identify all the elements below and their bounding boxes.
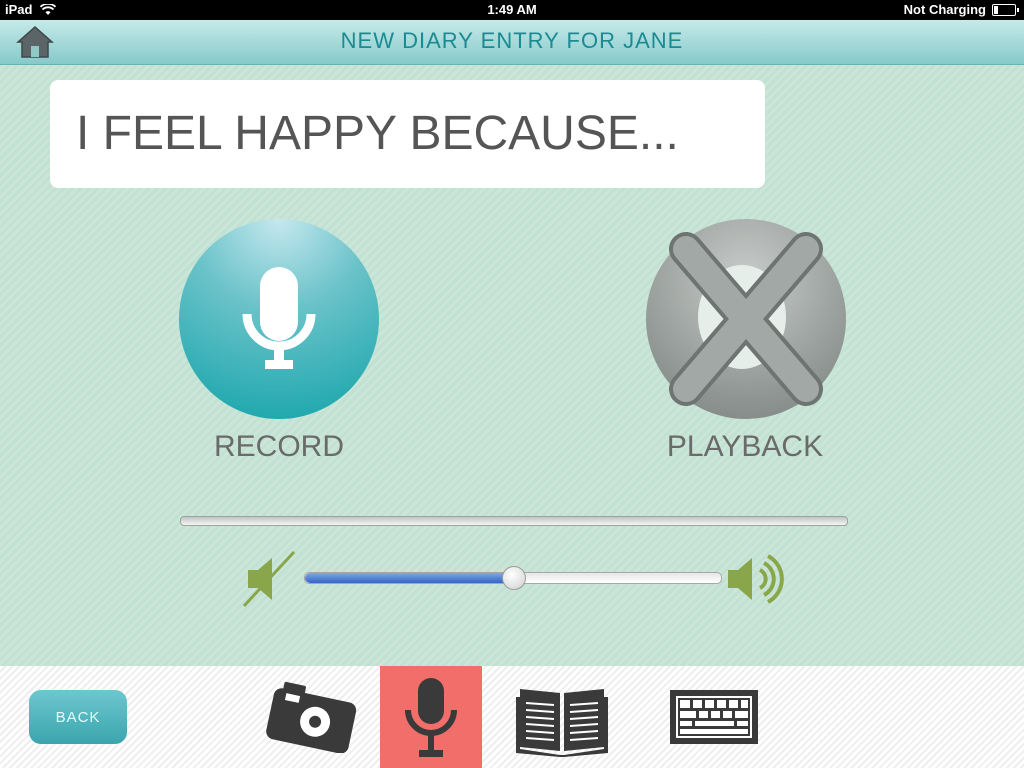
record-button[interactable]: [179, 219, 379, 419]
prompt-text: I FEEL HAPPY BECAUSE...: [76, 107, 679, 160]
keyboard-tool[interactable]: [664, 666, 764, 768]
volume-slider[interactable]: [304, 566, 722, 590]
microphone-icon: [405, 678, 457, 757]
microphone-tool[interactable]: [380, 666, 482, 768]
back-button[interactable]: BACK: [29, 690, 127, 744]
bottom-toolbar: BACK: [0, 666, 1024, 768]
status-time: 1:49 AM: [487, 2, 537, 17]
status-bar: iPad 1:49 AM Not Charging: [0, 0, 1024, 20]
progress-bar: [180, 516, 848, 526]
battery-icon: [992, 3, 1019, 16]
camera-tool[interactable]: [262, 666, 362, 768]
volume-knob[interactable]: [502, 566, 526, 590]
prompt-card: I FEEL HAPPY BECAUSE...: [50, 80, 765, 188]
microphone-icon: [242, 267, 316, 369]
status-right: Not Charging: [903, 2, 1019, 17]
volume-fill: [305, 573, 513, 583]
playback-label: PLAYBACK: [666, 430, 824, 463]
page-title: NEW DIARY ENTRY FOR JANE: [340, 28, 684, 53]
title-bar: NEW DIARY ENTRY FOR JANE: [0, 20, 1024, 65]
battery-status-text: Not Charging: [903, 2, 986, 17]
book-icon: [516, 689, 608, 757]
mute-speaker-icon: [242, 550, 296, 608]
play-disabled-icon: [669, 232, 823, 406]
camera-icon: [266, 681, 357, 753]
speaker-loud-icon: [728, 554, 784, 604]
keyboard-icon: [670, 690, 758, 744]
playback-button[interactable]: [646, 219, 846, 419]
journal-tool[interactable]: [512, 666, 612, 768]
record-label: RECORD: [213, 430, 344, 463]
